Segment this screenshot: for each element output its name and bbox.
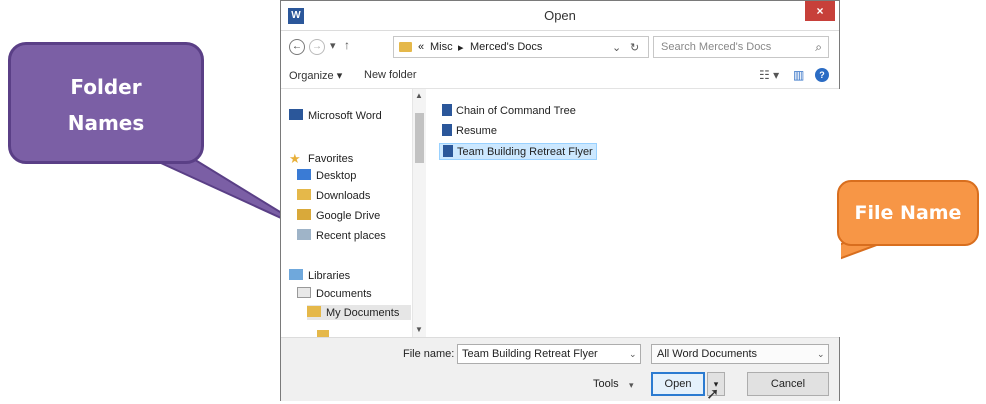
dialog-footer: File name: Team Building Retreat Flyer ⌄… (281, 337, 839, 403)
navigation-scrollbar[interactable]: ▲ ▼ (412, 89, 426, 337)
breadcrumb-misc[interactable]: Misc (430, 41, 453, 53)
file-item-team-building-retreat-flyer[interactable]: Team Building Retreat Flyer (439, 143, 597, 160)
word-document-icon (443, 145, 453, 157)
search-input[interactable]: Search Merced's Docs ⌕ (653, 36, 829, 58)
history-dropdown-icon[interactable]: ▾ (330, 39, 336, 52)
sidebar-item-label: Desktop (316, 170, 357, 182)
folder-callout-line1: Folder (70, 75, 142, 99)
recent-places-icon (297, 229, 311, 240)
word-document-icon (442, 124, 452, 136)
sidebar-item-recent-places[interactable]: Recent places (297, 229, 386, 242)
open-button[interactable]: Open (651, 372, 705, 396)
sidebar-item-label: My Documents (326, 307, 400, 319)
word-icon (289, 109, 303, 120)
sidebar-item-label: Google Drive (316, 210, 381, 222)
folder-icon (399, 42, 412, 52)
breadcrumb-separator: ▸ (458, 42, 464, 54)
folder-icon (307, 306, 321, 317)
address-dropdown-icon[interactable]: ⌄ (612, 41, 621, 54)
dialog-title: Open (544, 8, 576, 23)
back-button[interactable]: ← (289, 39, 305, 55)
sidebar-item-google-drive[interactable]: Google Drive (297, 209, 380, 222)
tools-button[interactable]: Tools (593, 378, 619, 390)
sidebar-item-my-documents[interactable]: My Documents (307, 305, 411, 320)
scroll-up-icon[interactable]: ▲ (415, 91, 423, 100)
folder-callout-line2: Names (67, 111, 145, 135)
sidebar-item-documents[interactable]: Documents (297, 287, 372, 300)
close-button[interactable]: × (805, 1, 835, 21)
sidebar-item-microsoft-word[interactable]: Microsoft Word (289, 109, 382, 122)
desktop-icon (297, 169, 311, 180)
file-name-label: File name: (403, 348, 455, 360)
file-name-callout: File Name (837, 180, 979, 246)
sidebar-item-label: Libraries (308, 270, 351, 282)
word-document-icon (442, 104, 452, 116)
cancel-button[interactable]: Cancel (747, 372, 829, 396)
folder-icon (317, 330, 329, 337)
navigation-bar: ← → ▾ ↑ « Misc ▸ Merced's Docs ⌄ ↻ Searc… (281, 31, 839, 63)
sidebar-item-label: Downloads (316, 190, 371, 202)
file-item-chain-of-command-tree[interactable]: Chain of Command Tree (439, 103, 579, 118)
navigation-pane: Microsoft Word ★ Favorites Desktop Downlo… (281, 89, 429, 337)
sidebar-item-label: Favorites (308, 153, 354, 165)
organize-button[interactable]: Organize ▾ (289, 69, 342, 82)
file-name-dropdown-icon[interactable]: ⌄ (629, 349, 637, 360)
scrollbar-thumb[interactable] (415, 113, 424, 163)
sidebar-item-downloads[interactable]: Downloads (297, 189, 370, 202)
search-icon[interactable]: ⌕ (815, 40, 822, 55)
file-callout-text: File Name (854, 202, 962, 224)
google-drive-icon (297, 209, 311, 220)
mouse-cursor-icon: ➚ (706, 386, 720, 403)
sidebar-item-label: Recent places (316, 230, 386, 242)
title-bar: W Open × (281, 1, 839, 31)
folder-names-callout: Folder Names (8, 42, 204, 164)
change-view-icon[interactable]: ☷ ▾ (759, 68, 779, 82)
scroll-down-icon[interactable]: ▼ (415, 325, 423, 334)
breadcrumb-merceds-docs[interactable]: Merced's Docs (470, 41, 542, 53)
file-type-dropdown-icon[interactable]: ⌄ (817, 349, 825, 360)
refresh-icon[interactable]: ↻ (630, 41, 639, 54)
sidebar-item-libraries[interactable]: Libraries (289, 269, 350, 282)
tools-dropdown-icon[interactable]: ▾ (629, 380, 634, 391)
sidebar-item-label: Documents (316, 288, 372, 300)
file-name: Resume (456, 125, 497, 137)
documents-icon (297, 287, 311, 298)
libraries-icon (289, 269, 303, 280)
open-dialog: W Open × ← → ▾ ↑ « Misc ▸ Merced's Docs … (280, 0, 841, 403)
toolbar: Organize ▾ New folder ☷ ▾ ▥ ? (281, 63, 839, 89)
address-bar[interactable]: « Misc ▸ Merced's Docs ⌄ ↻ (393, 36, 649, 58)
downloads-icon (297, 189, 311, 200)
search-placeholder: Search Merced's Docs (661, 41, 772, 53)
file-name: Team Building Retreat Flyer (457, 146, 593, 158)
partially-visible-folder (317, 325, 377, 337)
up-button[interactable]: ↑ (344, 38, 350, 52)
star-icon: ★ (289, 151, 301, 166)
sidebar-item-desktop[interactable]: Desktop (297, 169, 356, 182)
forward-button[interactable]: → (309, 39, 325, 55)
new-folder-button[interactable]: New folder (364, 69, 417, 81)
preview-pane-icon[interactable]: ▥ (793, 68, 804, 82)
sidebar-item-label: Microsoft Word (308, 110, 382, 122)
file-type-select[interactable]: All Word Documents (651, 344, 829, 364)
help-icon[interactable]: ? (815, 68, 829, 82)
file-name: Chain of Command Tree (456, 105, 576, 117)
sidebar-item-favorites[interactable]: ★ Favorites (289, 151, 353, 167)
file-name-input[interactable]: Team Building Retreat Flyer (457, 344, 641, 364)
file-list: Chain of Command Tree Resume Team Buildi… (429, 89, 841, 337)
breadcrumb-prefix: « (418, 41, 425, 53)
file-item-resume[interactable]: Resume (439, 123, 500, 138)
